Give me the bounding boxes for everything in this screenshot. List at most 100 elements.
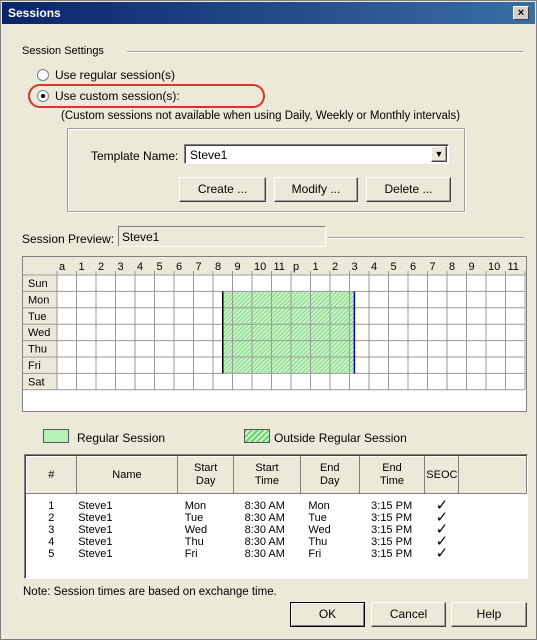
hour-label: 8 — [215, 261, 221, 273]
col-end-day-header[interactable]: End Day — [299, 456, 360, 494]
row-num: 4 — [48, 536, 55, 548]
hour-label: 8 — [449, 261, 455, 273]
custom-session-note: (Custom sessions not available when usin… — [61, 110, 461, 122]
hour-label: 4 — [137, 261, 143, 273]
row-start-day: Fri — [184, 548, 198, 560]
row-num: 1 — [48, 500, 55, 512]
row-start-day: Tue — [184, 512, 204, 524]
help-button[interactable]: Help — [451, 602, 527, 627]
radio-regular-session[interactable] — [37, 69, 49, 81]
session-block-thu — [222, 340, 355, 357]
day-label-fri: Fri — [28, 360, 41, 372]
row-name: Steve1 — [78, 524, 113, 536]
session-preview-field: Steve1 — [118, 226, 326, 247]
preview-grid-svg: a 1 2 3 4 5 6 7 8 9 10 11 p 1 2 3 4 5 6 7 8 9 10 11 Sun Mon Tue Wed… — [23, 257, 526, 391]
session-preview-grid: a 1 2 3 4 5 6 7 8 9 10 11 p 1 2 3 4 5 6 7 8 9 10 11 Sun Mon Tue Wed… — [22, 256, 527, 412]
hour-label: 10 — [254, 261, 266, 273]
row-filler — [459, 494, 527, 513]
row-end-day: Fri — [308, 548, 322, 560]
day-label-sat: Sat — [28, 376, 45, 388]
cancel-button[interactable]: Cancel — [371, 602, 446, 627]
hour-label: 3 — [352, 261, 358, 273]
row-name: Steve1 — [78, 500, 113, 512]
sessions-dialog: Sessions × Session Settings Use regular … — [0, 0, 537, 640]
hour-label: 7 — [430, 261, 436, 273]
hour-label: 11 — [274, 261, 285, 273]
end-time-header-text: End Time — [379, 462, 405, 487]
row-end-day: Wed — [308, 524, 331, 536]
close-button[interactable]: × — [513, 6, 529, 20]
day-label-sun: Sun — [28, 278, 48, 290]
window-title: Sessions — [8, 6, 61, 20]
session-block-wed — [222, 324, 355, 341]
table-row[interactable]: 4 Steve1 Thu 8:30 AM Thu 3:15 PM ✓ — [27, 534, 527, 549]
sessions-table-box: # Name Start Day Start Time End Day End … — [24, 454, 528, 579]
session-preview-label: Session Preview: — [22, 232, 115, 246]
col-end-time-header[interactable]: End Time — [358, 456, 426, 494]
hour-label: 6 — [176, 261, 182, 273]
hour-label: 2 — [98, 261, 104, 273]
row-start-day: Mon — [184, 500, 207, 512]
row-end-day: Tue — [308, 512, 327, 524]
sessions-table: # Name Start Day Start Time End Day End … — [26, 456, 527, 561]
hour-label: 5 — [157, 261, 163, 273]
day-label-thu: Thu — [28, 344, 47, 356]
start-day-header-text: Start Day — [194, 462, 218, 487]
modify-button[interactable]: Modify ... — [274, 177, 358, 202]
col-start-day-header[interactable]: Start Day — [177, 456, 235, 494]
row-name: Steve1 — [78, 512, 113, 524]
row-start-time: 8:30 AM — [244, 548, 285, 560]
radio-regular-label[interactable]: Use regular session(s) — [55, 68, 175, 82]
hour-label: 5 — [391, 261, 397, 273]
row-seoc-check: ✓ — [435, 545, 449, 562]
template-name-select[interactable]: Steve1 ▼ — [184, 144, 449, 164]
hour-label: 6 — [410, 261, 416, 273]
dropdown-arrow-icon[interactable]: ▼ — [431, 146, 447, 162]
table-header-row: # Name Start Day Start Time End Day End … — [26, 456, 527, 494]
table-row[interactable]: 1 Steve1 Mon 8:30 AM Mon 3:15 PM ✓ — [27, 494, 527, 513]
col-num-header[interactable]: # — [26, 456, 77, 494]
hour-label: 9 — [235, 261, 241, 273]
delete-button[interactable]: Delete ... — [366, 177, 451, 202]
row-name: Steve1 — [78, 536, 113, 548]
row-end-day: Thu — [308, 536, 328, 548]
template-name-value: Steve1 — [190, 148, 228, 162]
row-start-time: 8:30 AM — [244, 524, 285, 536]
hour-label: a — [59, 261, 66, 273]
session-settings-label: Session Settings — [22, 45, 104, 57]
row-num: 5 — [48, 548, 55, 560]
session-block-tue — [222, 307, 355, 325]
highlight-oval — [28, 84, 265, 108]
col-start-time-header[interactable]: Start Time — [233, 456, 301, 494]
hour-label: 1 — [313, 261, 319, 273]
col-seoc-header[interactable]: SEOC — [424, 456, 460, 494]
table-row[interactable]: 5 Steve1 Fri 8:30 AM Fri 3:15 PM ✓ — [27, 545, 527, 562]
hour-label: 4 — [371, 261, 377, 273]
row-end-time: 3:15 PM — [371, 536, 413, 548]
create-button[interactable]: Create ... — [179, 177, 266, 202]
row-end-day: Mon — [308, 500, 330, 512]
row-filler — [459, 512, 527, 524]
row-filler — [459, 524, 527, 536]
hour-label: 10 — [488, 261, 500, 273]
hour-label: p — [293, 261, 299, 273]
session-block-mon — [222, 291, 355, 308]
title-bar[interactable]: Sessions × — [2, 2, 535, 24]
ok-button[interactable]: OK — [290, 602, 365, 627]
row-end-time: 3:15 PM — [371, 500, 413, 512]
table-row[interactable]: 3 Steve1 Wed 8:30 AM Wed 3:15 PM ✓ — [27, 522, 527, 537]
col-filler-header — [458, 456, 527, 494]
row-end-time: 3:15 PM — [371, 524, 413, 536]
row-name: Steve1 — [78, 548, 113, 560]
template-name-label: Template Name: — [91, 149, 179, 163]
hour-label: 1 — [79, 261, 85, 273]
preview-divider — [328, 237, 524, 239]
row-num: 2 — [48, 512, 55, 524]
row-start-day: Wed — [184, 524, 208, 536]
col-name-header[interactable]: Name — [75, 456, 179, 494]
hour-label: 3 — [118, 261, 124, 273]
row-start-time: 8:30 AM — [244, 500, 285, 512]
day-label-tue: Tue — [28, 311, 47, 323]
table-row[interactable]: 2 Steve1 Tue 8:30 AM Tue 3:15 PM ✓ — [27, 510, 527, 525]
table-body: 1 Steve1 Mon 8:30 AM Mon 3:15 PM ✓ 2 Steve1 Tue 8:… — [27, 494, 527, 561]
